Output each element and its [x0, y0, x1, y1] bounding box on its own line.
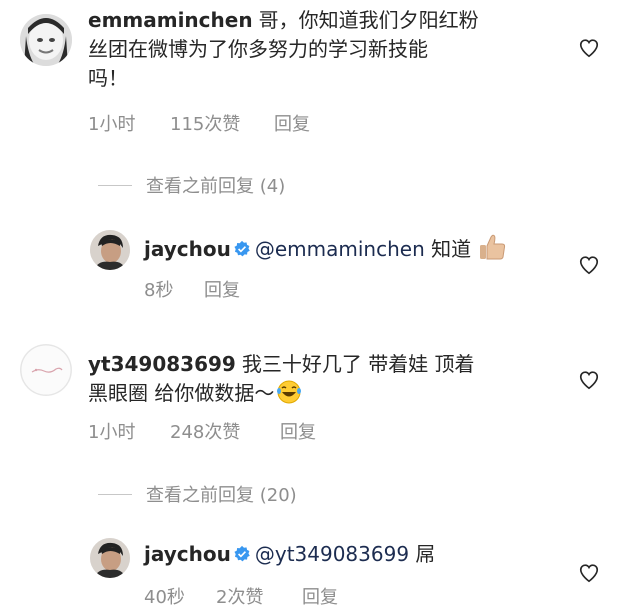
comment-yt349083699-text: yt349083699 我三十好几了 带着娃 顶着 黑眼圈 给你做数据～: [88, 350, 568, 408]
comment-emmaminchen-line2: 丝团在微博为了你多努力的学习新技能: [88, 37, 428, 61]
reply-jaychou-1-text: jaychou @emmaminchen 知道: [144, 232, 507, 264]
divider-line: [98, 493, 132, 495]
username-yt349083699[interactable]: yt349083699: [88, 352, 236, 376]
timestamp: 8秒: [144, 280, 174, 301]
laughing-tears-emoji: [277, 380, 302, 404]
timestamp: 40秒: [144, 587, 185, 608]
comment-emmaminchen-text: emmaminchen 哥，你知道我们夕阳红粉 丝团在微博为了你多努力的学习新技能…: [88, 6, 568, 93]
like-count[interactable]: 248次赞: [170, 418, 240, 444]
verified-badge-icon: [234, 545, 250, 562]
avatar-jaychou-image: [90, 538, 130, 578]
like-count[interactable]: 115次赞: [170, 110, 240, 136]
mention-link[interactable]: @yt349083699: [255, 542, 409, 566]
comment-yt349083699-line1: 我三十好几了 带着娃 顶着: [241, 352, 475, 376]
reply-button[interactable]: 回复: [280, 418, 316, 444]
comment-emmaminchen-line3: 吗！: [88, 66, 128, 90]
avatar-jaychou[interactable]: [90, 230, 130, 270]
mention-link[interactable]: @emmaminchen: [255, 237, 425, 261]
view-replies-label: 查看之前回复 (4): [146, 176, 286, 197]
username-jaychou[interactable]: jaychou: [144, 542, 231, 566]
reply-button[interactable]: 回复: [302, 583, 338, 609]
view-replies-label: 查看之前回复 (20): [146, 485, 297, 506]
heart-outline-icon[interactable]: [578, 37, 600, 59]
thumbs-up-emoji: [480, 234, 506, 260]
avatar-jaychou[interactable]: [90, 538, 130, 578]
timestamp: 1小时: [88, 422, 136, 443]
comment-emmaminchen-line1: 哥，你知道我们夕阳红粉: [258, 8, 479, 32]
avatar-yt349083699[interactable]: [20, 344, 72, 396]
divider-line: [98, 184, 132, 186]
reply-button[interactable]: 回复: [274, 110, 310, 136]
heart-outline-icon[interactable]: [578, 369, 600, 391]
verified-badge-icon: [234, 240, 250, 257]
avatar-emmaminchen-image: [20, 14, 72, 66]
reply-jaychou-2-text: jaychou @yt349083699 屌: [144, 540, 435, 569]
view-previous-replies-button[interactable]: 查看之前回复 (20): [98, 481, 297, 507]
reply-jaychou-2-message: 屌: [415, 542, 436, 566]
username-emmaminchen[interactable]: emmaminchen: [88, 8, 253, 32]
avatar-emmaminchen[interactable]: [20, 14, 72, 66]
view-previous-replies-button[interactable]: 查看之前回复 (4): [98, 172, 285, 198]
heart-outline-icon[interactable]: [578, 254, 600, 276]
username-jaychou[interactable]: jaychou: [144, 237, 231, 261]
heart-outline-icon[interactable]: [578, 562, 600, 584]
reply-jaychou-1-message: 知道: [431, 237, 472, 261]
avatar-yt349083699-image: [20, 344, 72, 396]
like-count[interactable]: 2次赞: [216, 583, 263, 609]
comment-yt349083699-line2: 黑眼圈 给你做数据～: [88, 381, 275, 405]
timestamp: 1小时: [88, 114, 136, 135]
avatar-jaychou-image: [90, 230, 130, 270]
reply-button[interactable]: 回复: [204, 276, 240, 302]
